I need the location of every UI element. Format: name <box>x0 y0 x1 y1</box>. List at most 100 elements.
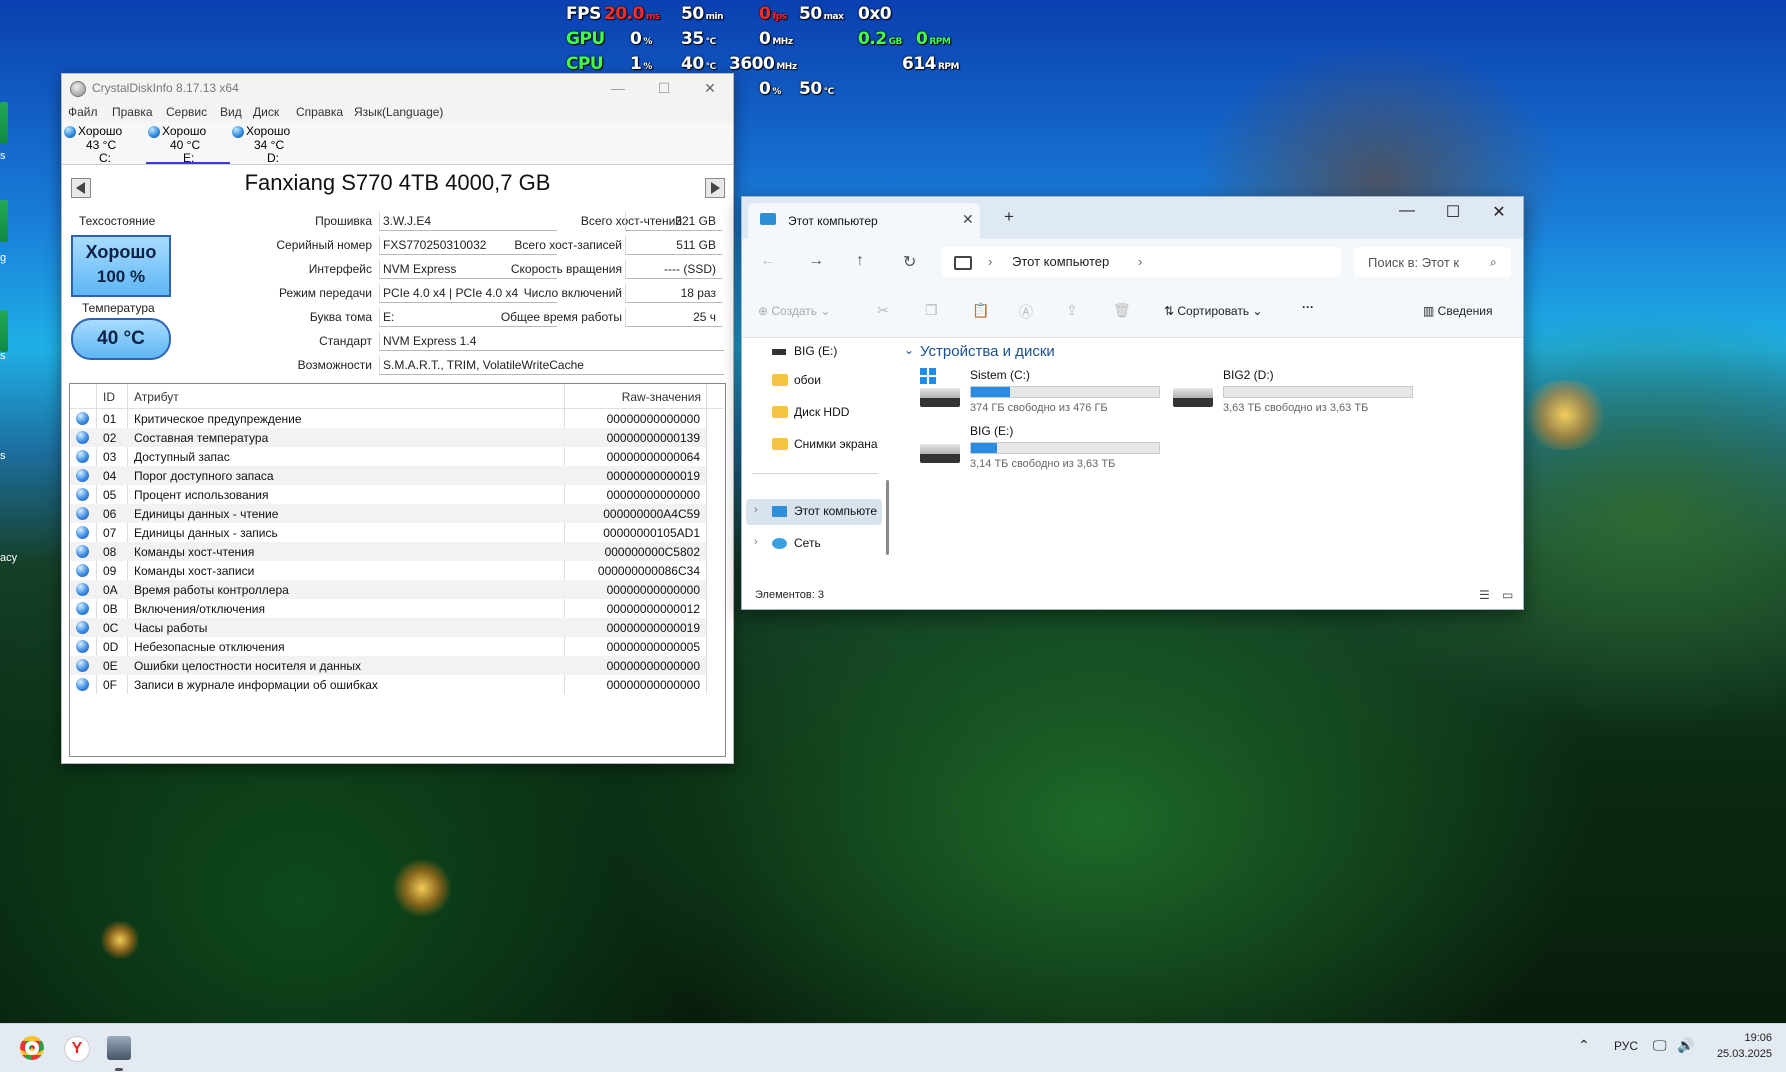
column-header-attribute[interactable]: Атрибут <box>134 390 179 404</box>
volume-label: Буква тома <box>309 310 372 324</box>
drive-tab-d[interactable]: Хорошо 34 °C D: <box>230 122 314 165</box>
menu-edit[interactable]: Правка <box>112 105 153 119</box>
desktop-shortcut[interactable] <box>0 102 8 144</box>
table-row[interactable]: 02 Составная температура 00000000000139 <box>70 428 706 447</box>
network-icon[interactable]: 🖵 <box>1653 1037 1667 1054</box>
delete-icon[interactable]: 🗑 <box>1113 302 1131 318</box>
new-tab-button[interactable]: + <box>1004 207 1014 227</box>
cut-icon[interactable]: ✂ <box>877 302 893 318</box>
table-row[interactable]: 04 Порог доступного запаса 00000000000019 <box>70 466 706 485</box>
copy-icon[interactable]: ❐ <box>925 302 941 318</box>
nav-item-disk-hdd[interactable]: Диск HDD <box>794 405 849 419</box>
osd-extra-temp: 50 °C <box>799 79 834 99</box>
chevron-down-icon[interactable]: ⌄ <box>904 343 914 357</box>
details-button[interactable]: ▥ Сведения <box>1423 304 1493 318</box>
rename-icon[interactable]: Ⓐ <box>1019 302 1035 320</box>
paste-icon[interactable]: 📋 <box>972 302 989 318</box>
more-options-icon[interactable]: ··· <box>1302 300 1314 314</box>
table-row[interactable]: 09 Команды хост-записи 000000000086C34 <box>70 561 706 580</box>
close-button[interactable]: ✕ <box>687 74 733 102</box>
host-writes-label: Всего хост-записей <box>514 238 622 252</box>
column-divider <box>706 384 707 694</box>
nav-item-big-e[interactable]: BIG (E:) <box>794 344 837 358</box>
maximize-button[interactable]: ☐ <box>641 74 687 102</box>
column-header-id[interactable]: ID <box>103 390 115 404</box>
forward-arrow-icon[interactable]: → <box>808 252 824 270</box>
next-drive-button[interactable] <box>705 178 725 198</box>
share-icon[interactable]: ⇪ <box>1066 302 1082 318</box>
menu-disk[interactable]: Диск <box>253 105 279 119</box>
chevron-up-icon[interactable]: ⌃ <box>1578 1037 1590 1054</box>
host-writes-value: 511 GB <box>625 236 722 255</box>
details-view-icon[interactable]: ☰ <box>1479 588 1490 602</box>
drive-item-e[interactable]: BIG (E:) 3,14 ТБ свободно из 3,63 ТБ <box>920 424 1160 474</box>
drive-tabs: Хорошо 43 °C C: Хорошо 40 °C E: Хорошо 3… <box>62 122 733 165</box>
menu-service[interactable]: Сервис <box>166 105 207 119</box>
tab-this-pc[interactable]: Этот компьютер ✕ <box>748 203 980 239</box>
status-orb-icon <box>76 659 89 672</box>
back-arrow-icon[interactable]: ← <box>760 252 776 270</box>
clock-time: 19:06 <box>1744 1032 1772 1044</box>
sort-button[interactable]: ⇅ Сортировать ⌄ <box>1164 304 1262 318</box>
menu-help[interactable]: Справка <box>296 105 343 119</box>
drive-tab-c[interactable]: Хорошо 43 °C C: <box>62 122 146 165</box>
title-bar[interactable]: CrystalDiskInfo 8.17.13 x64 — ☐ ✕ <box>62 74 733 102</box>
close-tab-icon[interactable]: ✕ <box>962 211 974 228</box>
crystaldiskinfo-taskbar-icon[interactable] <box>107 1036 131 1060</box>
yandex-browser-icon[interactable]: Y <box>64 1036 90 1062</box>
table-row[interactable]: 03 Доступный запас 00000000000064 <box>70 447 706 466</box>
table-row[interactable]: 05 Процент использования 00000000000000 <box>70 485 706 504</box>
drive-item-c[interactable]: Sistem (C:) 374 ГБ свободно из 476 ГБ <box>920 368 1160 418</box>
nav-item-oboi[interactable]: обои <box>794 373 821 387</box>
chevron-right-icon[interactable]: › <box>988 254 992 269</box>
table-row[interactable]: 07 Единицы данных - запись 00000000105AD1 <box>70 523 706 542</box>
desktop-shortcut[interactable] <box>0 310 8 352</box>
maximize-button[interactable]: ☐ <box>1430 202 1476 222</box>
menu-view[interactable]: Вид <box>220 105 242 119</box>
minimize-button[interactable]: — <box>595 74 641 102</box>
table-row[interactable]: 01 Критическое предупреждение 000000000000… <box>70 409 706 428</box>
menu-language[interactable]: Язык(Language) <box>354 105 443 119</box>
create-button[interactable]: ⊕ Создать ⌄ <box>758 304 830 318</box>
refresh-icon[interactable]: ↻ <box>903 252 916 272</box>
table-row[interactable]: 0D Небезопасные отключения 00000000000005 <box>70 637 706 656</box>
language-indicator[interactable]: РУС <box>1614 1039 1638 1053</box>
section-devices-heading[interactable]: Устройства и диски <box>920 343 1055 360</box>
temperature-badge[interactable]: 40 °C <box>71 318 171 360</box>
drive-tab-e[interactable]: Хорошо 40 °C E: <box>146 122 230 165</box>
column-header-raw[interactable]: Raw-значения <box>622 390 701 404</box>
nav-item-network[interactable]: Сеть <box>794 536 821 550</box>
smart-attributes-table[interactable]: ID Атрибут Raw-значения 01 Критическое пр… <box>69 383 726 757</box>
table-row[interactable]: 08 Команды хост-чтения 000000000C5802 <box>70 542 706 561</box>
volume-icon[interactable]: 🔊 <box>1677 1037 1694 1054</box>
drive-item-d[interactable]: BIG2 (D:) 3,63 ТБ свободно из 3,63 ТБ <box>1173 368 1413 418</box>
search-input[interactable]: Поиск в: Этот к ⌕ <box>1354 247 1511 277</box>
hard-drive-base <box>920 454 960 463</box>
table-row[interactable]: 0A Время работы контроллера 00000000000000 <box>70 580 706 599</box>
chrome-icon[interactable] <box>20 1036 44 1060</box>
nav-item-screenshots[interactable]: Снимки экрана <box>794 437 878 451</box>
up-arrow-icon[interactable]: ↑ <box>856 252 864 270</box>
health-status-badge[interactable]: Хорошо 100 % <box>71 235 171 297</box>
table-row[interactable]: 0E Ошибки целостности носителя и данных 00… <box>70 656 706 675</box>
serial-label: Серийный номер <box>276 238 372 252</box>
table-row[interactable]: 0F Записи в журнале информации об ошибках… <box>70 675 706 694</box>
close-button[interactable]: ✕ <box>1476 202 1522 222</box>
arrow-right-icon <box>711 182 720 194</box>
table-row[interactable]: 0C Часы работы 00000000000019 <box>70 618 706 637</box>
minimize-button[interactable]: — <box>1384 202 1430 220</box>
chevron-right-icon[interactable]: › <box>754 536 758 548</box>
clock[interactable]: 19:06 25.03.2025 <box>1717 1030 1772 1062</box>
address-text[interactable]: Этот компьютер <box>1012 254 1109 269</box>
table-row[interactable]: 06 Единицы данных - чтение 000000000A4C59 <box>70 504 706 523</box>
desktop-shortcut[interactable] <box>0 200 8 242</box>
nav-item-this-pc[interactable]: Этот компьюте <box>794 504 877 518</box>
menu-file[interactable]: Файл <box>68 105 98 119</box>
chevron-right-icon[interactable]: › <box>754 504 758 516</box>
chevron-right-icon[interactable]: › <box>1138 254 1142 269</box>
tiles-view-icon[interactable]: ▭ <box>1502 588 1513 602</box>
address-bar[interactable]: › Этот компьютер › <box>942 247 1341 277</box>
table-row[interactable]: 0B Включения/отключения 00000000000012 <box>70 599 706 618</box>
osd-gpu-fan: 0 RPM <box>916 29 951 49</box>
nav-scrollbar[interactable] <box>886 480 889 555</box>
